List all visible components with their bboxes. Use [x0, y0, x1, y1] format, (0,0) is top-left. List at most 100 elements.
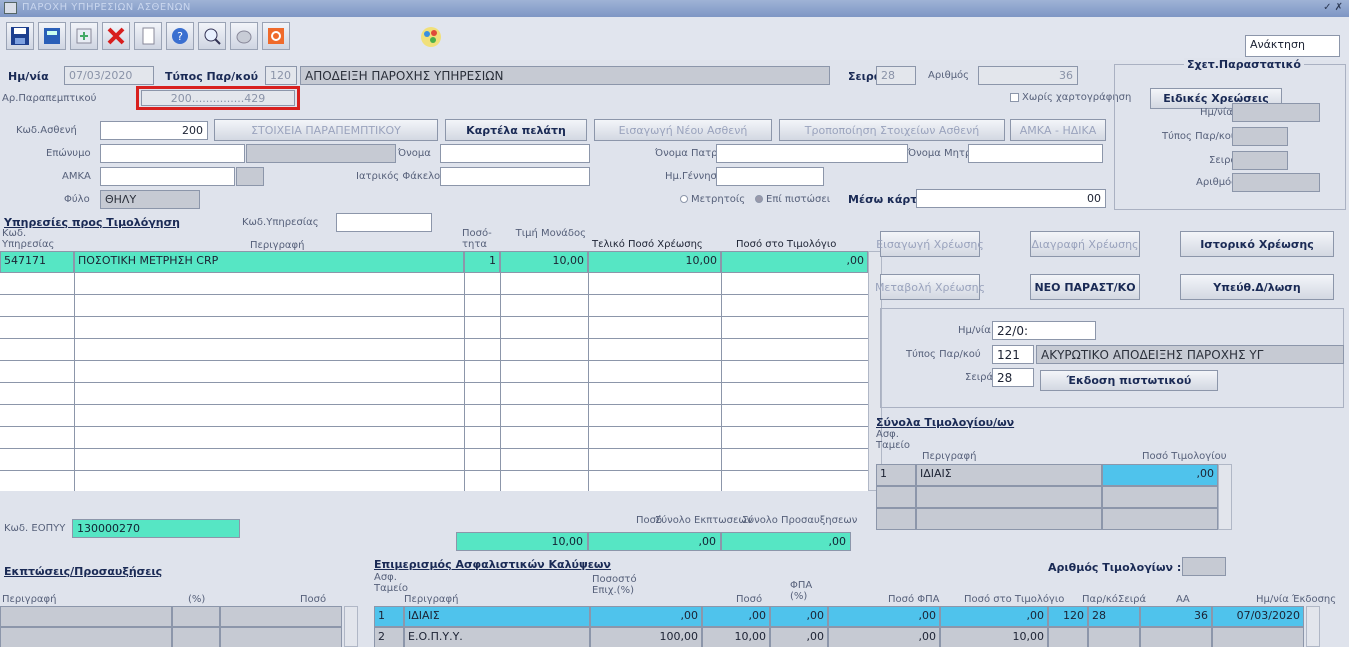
- edit-patient-button[interactable]: Τροποποίηση Στοιχείων Ασθενή: [779, 119, 1005, 141]
- mother-field[interactable]: [968, 144, 1103, 163]
- table-cell[interactable]: 07/03/2020: [1212, 606, 1304, 627]
- medical-file-field[interactable]: [440, 167, 590, 186]
- cash-radio[interactable]: Μετρητοίς: [680, 194, 745, 205]
- table-cell[interactable]: 2: [374, 627, 404, 647]
- table-cell[interactable]: [1102, 486, 1218, 508]
- customer-card-button[interactable]: Καρτέλα πελάτη: [445, 119, 587, 141]
- table-cell[interactable]: 28: [1088, 606, 1140, 627]
- table-cell[interactable]: [172, 606, 220, 627]
- cancel-type-code[interactable]: 121: [992, 345, 1034, 364]
- table-cell[interactable]: ,00: [702, 606, 770, 627]
- table-cell[interactable]: [1048, 627, 1088, 647]
- delete-icon[interactable]: [102, 22, 130, 50]
- ins-col-series: Σειρά: [1118, 594, 1147, 605]
- delete-charge-button[interactable]: Διαγραφή Χρέωσης: [1030, 231, 1140, 257]
- service-code-search-field[interactable]: [336, 213, 432, 232]
- empty-rows[interactable]: [0, 273, 868, 491]
- window-controls[interactable]: ✓ ✗: [1323, 2, 1343, 13]
- date-field[interactable]: 07/03/2020: [64, 66, 154, 85]
- referral-field[interactable]: 200...............429: [141, 90, 295, 106]
- referral-details-button[interactable]: ΣΤΟΙΧΕΙΑ ΠΑΡΑΠΕΜΠΤΙΚΟΥ: [214, 119, 438, 141]
- new-patient-button[interactable]: Εισαγωγή Νέου Ασθενή: [594, 119, 772, 141]
- amka-idika-button[interactable]: ΑΜΚΑ - ΗΔΙΚΑ: [1010, 119, 1106, 141]
- table-cell[interactable]: 1: [876, 464, 916, 486]
- table-cell[interactable]: [172, 627, 220, 647]
- table-cell[interactable]: [916, 486, 1102, 508]
- table-cell[interactable]: ,00: [1102, 464, 1218, 486]
- table-cell[interactable]: [916, 508, 1102, 530]
- table-cell[interactable]: 10,00: [500, 251, 588, 273]
- toolbar: ? Ανάκτηση: [0, 17, 1349, 60]
- amka-field[interactable]: [100, 167, 235, 186]
- table-cell[interactable]: [876, 486, 916, 508]
- cancel-date-field[interactable]: 22/0:: [992, 321, 1096, 340]
- birthdate-field[interactable]: [716, 167, 824, 186]
- col-service-code: Κωδ. Υπηρεσίας: [2, 228, 55, 250]
- table-cell[interactable]: Ε.Ο.Π.Υ.Υ.: [404, 627, 590, 647]
- ins-col-fund: Ασφ. Ταμείο: [374, 572, 408, 594]
- insurance-scrollbar[interactable]: [1306, 606, 1320, 647]
- table-cell[interactable]: [1102, 508, 1218, 530]
- table-cell[interactable]: [1088, 627, 1140, 647]
- cancel-series-field[interactable]: 28: [992, 368, 1034, 387]
- invoice-scrollbar[interactable]: [1218, 464, 1232, 530]
- table-cell[interactable]: 10,00: [940, 627, 1048, 647]
- table-cell[interactable]: [1212, 627, 1304, 647]
- export-icon[interactable]: [70, 22, 98, 50]
- doc-type-code[interactable]: 120: [265, 66, 297, 85]
- charge-history-button[interactable]: Ιστορικό Χρέωσης: [1180, 231, 1334, 257]
- table-cell[interactable]: ,00: [828, 627, 940, 647]
- clear-icon[interactable]: [230, 22, 258, 50]
- father-field[interactable]: [716, 144, 908, 163]
- credit-radio[interactable]: Επί πιστώσει: [755, 194, 830, 205]
- responsible-declaration-button[interactable]: Υπεύθ.Δ/λωση: [1180, 274, 1334, 300]
- exit-icon[interactable]: [262, 22, 290, 50]
- discounts-scrollbar[interactable]: [344, 606, 358, 647]
- series-field[interactable]: 28: [876, 66, 916, 85]
- edit-charge-button[interactable]: Μεταβολή Χρέωσης: [875, 274, 985, 300]
- table-cell[interactable]: [0, 606, 172, 627]
- name-field[interactable]: [440, 144, 590, 163]
- zoom-icon[interactable]: [198, 22, 226, 50]
- palette-icon[interactable]: [418, 24, 444, 50]
- table-cell[interactable]: ,00: [828, 606, 940, 627]
- table-cell[interactable]: [0, 627, 172, 647]
- insurance-title: Επιμερισμός Ασφαλιστικών Καλύψεων: [374, 558, 611, 571]
- print-icon[interactable]: [38, 22, 66, 50]
- table-cell[interactable]: ΠΟΣΟΤΙΚΗ ΜΕΤΡΗΣΗ CRP: [74, 251, 464, 273]
- table-cell[interactable]: ,00: [590, 606, 702, 627]
- number-field[interactable]: 36: [978, 66, 1078, 85]
- table-cell[interactable]: ,00: [770, 627, 828, 647]
- table-cell[interactable]: ΙΔΙΑΙΣ: [916, 464, 1102, 486]
- patient-code-field[interactable]: 200: [100, 121, 208, 140]
- eopyy-field[interactable]: 130000270: [72, 519, 240, 538]
- cancel-date-label: Ημ/νία: [958, 325, 991, 336]
- issue-credit-button[interactable]: Έκδοση πιστωτικού: [1040, 370, 1218, 391]
- card-field[interactable]: 00: [916, 189, 1106, 208]
- surname-field[interactable]: [100, 144, 245, 163]
- table-cell[interactable]: [876, 508, 916, 530]
- table-cell[interactable]: 10,00: [588, 251, 721, 273]
- table-cell[interactable]: 1: [464, 251, 500, 273]
- table-cell[interactable]: 36: [1140, 606, 1212, 627]
- table-cell[interactable]: 10,00: [702, 627, 770, 647]
- new-document-icon[interactable]: [134, 22, 162, 50]
- new-document-button[interactable]: ΝΕΟ ΠΑΡΑΣΤ/ΚΟ: [1030, 274, 1140, 300]
- table-cell[interactable]: ΙΔΙΑΙΣ: [404, 606, 590, 627]
- table-cell[interactable]: [220, 606, 342, 627]
- table-cell[interactable]: 1: [374, 606, 404, 627]
- help-icon[interactable]: ?: [166, 22, 194, 50]
- add-charge-button[interactable]: Εισαγωγή Χρέωσης: [876, 231, 984, 257]
- gender-field[interactable]: ΘΗΛΥ: [100, 190, 200, 209]
- total-surcharges-field: ,00: [721, 532, 851, 551]
- table-cell[interactable]: [1140, 627, 1212, 647]
- save-icon[interactable]: [6, 22, 34, 50]
- table-cell[interactable]: [220, 627, 342, 647]
- related-title: Σχετ.Παραστατικό: [1184, 58, 1304, 71]
- table-cell[interactable]: ,00: [940, 606, 1048, 627]
- table-cell[interactable]: ,00: [721, 251, 868, 273]
- table-cell[interactable]: 120: [1048, 606, 1088, 627]
- table-cell[interactable]: ,00: [770, 606, 828, 627]
- table-cell[interactable]: 547171: [0, 251, 74, 273]
- table-cell[interactable]: 100,00: [590, 627, 702, 647]
